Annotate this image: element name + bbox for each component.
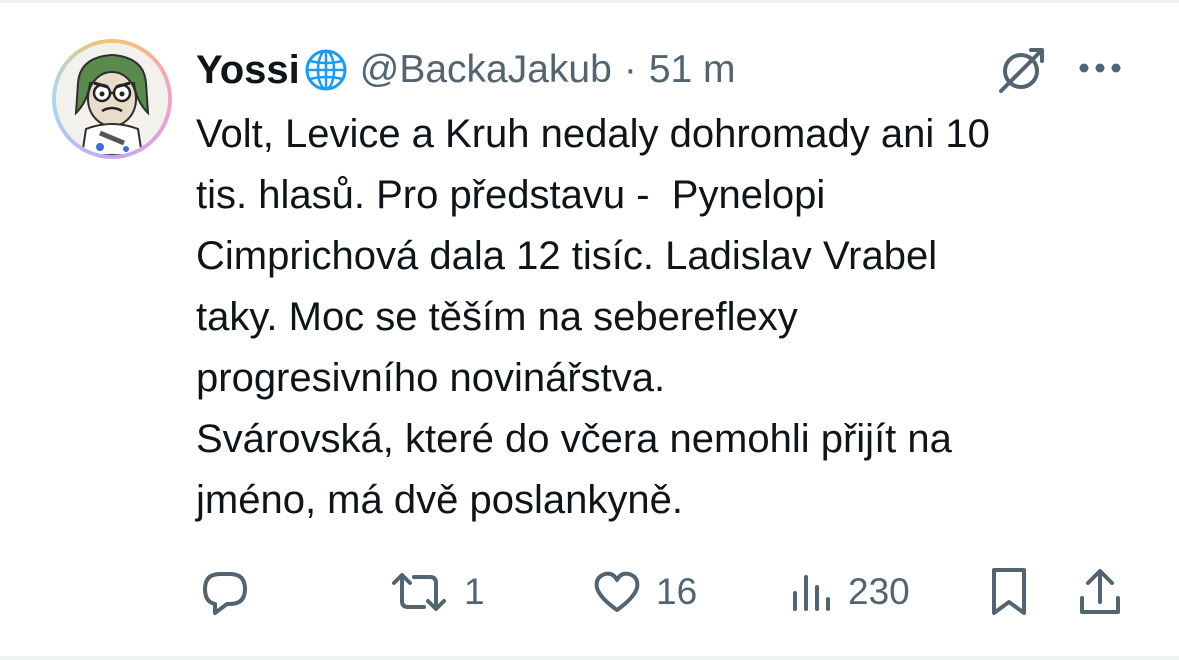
reply-icon [200,567,250,617]
globe-icon [304,48,348,92]
avatar[interactable] [52,39,172,159]
repost-icon [388,567,450,617]
top-divider [0,0,1179,3]
reply-button[interactable] [200,562,250,622]
post-time[interactable]: 51 m [649,48,736,92]
user-handle[interactable]: @BackaJakub [360,48,612,92]
bookmark-button[interactable] [988,562,1030,622]
bottom-divider [0,656,1179,660]
action-bar: 1 16 230 [0,562,1179,622]
header-separator: · [623,48,637,91]
like-icon [592,567,642,617]
share-button[interactable] [1076,562,1124,622]
bookmark-icon [988,566,1030,618]
like-count: 16 [656,571,698,612]
post-text: Volt, Levice a Kruh nedaly dohromady ani… [196,112,990,522]
avatar-image [56,43,168,155]
like-button[interactable]: 16 [592,562,697,622]
grok-icon[interactable] [995,44,1047,96]
share-icon [1076,566,1124,618]
repost-button[interactable]: 1 [388,562,485,622]
view-count: 230 [848,571,910,612]
repost-count: 1 [464,571,485,612]
views-icon [790,567,834,617]
more-icon[interactable] [1078,53,1122,83]
views-button[interactable]: 230 [790,562,910,622]
display-name[interactable]: Yossi [196,48,300,93]
post-header: Yossi @BackaJakub · 51 m [196,42,736,98]
